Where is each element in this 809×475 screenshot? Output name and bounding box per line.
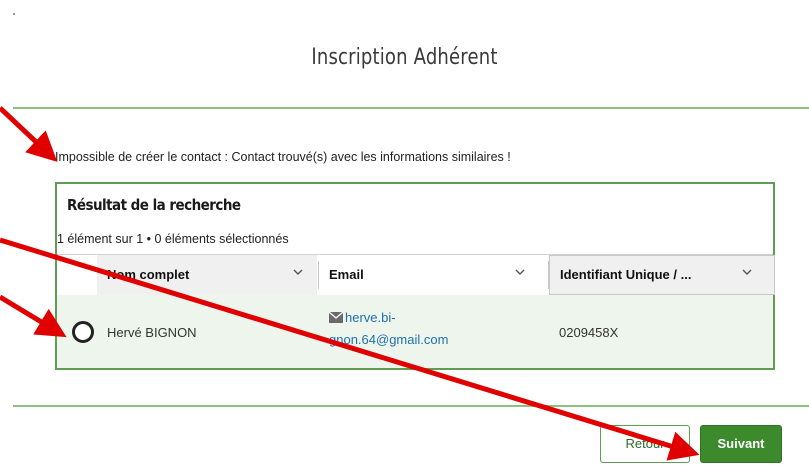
table-header: Nom complet Email Identifiant Unique / .… [57, 254, 775, 296]
chevron-down-icon[interactable] [515, 267, 525, 277]
results-count: 1 élément sur 1 • 0 éléments sélectionné… [57, 232, 289, 246]
table-row[interactable]: Hervé BIGNON herve.bi- gnon.64@gmail.com… [57, 295, 773, 368]
next-button[interactable]: Suivant [700, 425, 782, 463]
column-header-identifier-label: Identifiant Unique / ... [560, 267, 692, 282]
column-header-name-label: Nom complet [107, 267, 190, 282]
back-button[interactable]: Retour [600, 425, 690, 463]
page-title: Inscription Adhérent [311, 45, 498, 70]
arrow-to-radio [0, 294, 67, 338]
chevron-down-icon[interactable] [293, 267, 303, 277]
search-results-title: Résultat de la recherche [67, 196, 241, 214]
duplicate-contact-notice: Impossible de créer le contact : Contact… [55, 150, 511, 164]
column-header-identifier[interactable]: Identifiant Unique / ... [549, 255, 775, 295]
arrow-to-notice [0, 106, 58, 162]
top-divider [13, 107, 809, 109]
results-count-text: 1 élément sur 1 • 0 éléments sélectionné… [57, 232, 289, 246]
contact-email-line1[interactable]: herve.bi- [345, 310, 396, 325]
search-results-panel: Résultat de la recherche 1 élément sur 1… [55, 182, 775, 370]
contact-name: Hervé BIGNON [107, 325, 197, 340]
column-header-name[interactable]: Nom complet [97, 255, 317, 295]
chevron-down-icon[interactable] [742, 267, 752, 277]
bottom-divider [13, 405, 809, 407]
column-header-email-label: Email [329, 267, 364, 282]
corner-mark [13, 13, 15, 15]
contact-email-line2[interactable]: gnon.64@gmail.com [329, 332, 448, 347]
mail-icon [329, 312, 343, 323]
contact-identifier: 0209458X [559, 325, 619, 340]
row-select-radio[interactable] [72, 321, 94, 343]
column-header-email[interactable]: Email [319, 255, 547, 295]
contact-email[interactable]: herve.bi- gnon.64@gmail.com [329, 307, 499, 351]
